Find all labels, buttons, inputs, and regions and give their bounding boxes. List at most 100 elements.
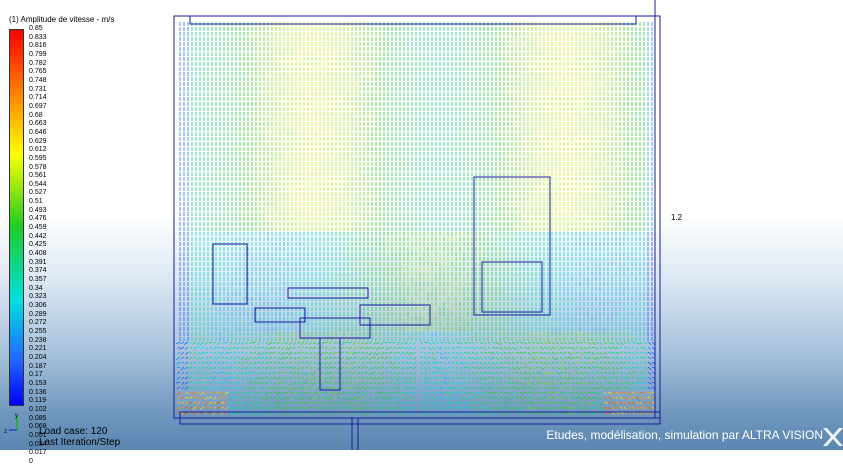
velocity-vector (285, 392, 288, 393)
velocity-vector (373, 352, 376, 355)
velocity-vector (370, 392, 372, 393)
velocity-vector (420, 342, 423, 344)
velocity-vector (214, 372, 216, 373)
velocity-vector (345, 397, 348, 400)
velocity-vector (289, 357, 292, 359)
velocity-vector (209, 357, 212, 359)
velocity-vector (396, 352, 400, 353)
velocity-vector (408, 392, 412, 394)
velocity-vector (277, 362, 280, 363)
velocity-vector (345, 407, 348, 408)
velocity-vector (320, 382, 324, 385)
velocity-vector (358, 367, 360, 368)
velocity-vector (186, 372, 188, 374)
velocity-vector (389, 407, 392, 409)
velocity-vector (244, 372, 248, 374)
velocity-vector (290, 382, 292, 385)
velocity-vector (352, 352, 356, 354)
velocity-vector (377, 357, 380, 360)
velocity-vector (402, 362, 404, 364)
velocity-vector (297, 397, 300, 400)
velocity-vector (305, 362, 308, 363)
velocity-vector (314, 407, 316, 408)
velocity-vector (297, 402, 300, 403)
velocity-vector (277, 377, 280, 380)
velocity-vector (293, 367, 296, 369)
velocity-vector (189, 372, 192, 375)
velocity-vector (336, 402, 340, 403)
velocity-vector (381, 347, 384, 349)
velocity-vector (312, 397, 316, 399)
velocity-vector (428, 392, 431, 395)
velocity-vector (334, 342, 336, 344)
velocity-vector (228, 402, 232, 404)
velocity-vector (369, 352, 372, 355)
velocity-vector (225, 362, 228, 363)
velocity-vector (277, 372, 280, 373)
velocity-vector (392, 397, 396, 399)
velocity-vector (281, 397, 284, 399)
velocity-vector (237, 357, 240, 358)
velocity-vector (373, 377, 376, 380)
velocity-vector (237, 377, 240, 378)
velocity-vector (297, 407, 300, 409)
velocity-vector (265, 352, 268, 354)
velocity-vector (213, 362, 216, 363)
velocity-vector (197, 397, 200, 398)
velocity-vector (250, 352, 252, 353)
velocity-vector (238, 352, 240, 354)
velocity-vector (349, 367, 352, 369)
velocity-vector (313, 377, 316, 380)
velocity-vector (428, 367, 431, 370)
velocity-vector (361, 382, 364, 384)
velocity-vector (217, 367, 220, 369)
velocity-vector (248, 372, 252, 373)
velocity-vector (201, 387, 204, 389)
simulation-viewport[interactable] (0, 0, 843, 450)
velocity-vector (397, 407, 400, 409)
velocity-vector (361, 407, 364, 409)
velocity-vector (236, 347, 240, 350)
velocity-vector (309, 392, 312, 393)
velocity-vector (362, 402, 364, 404)
velocity-vector (328, 362, 332, 365)
velocity-vector (414, 402, 416, 404)
velocity-vector (218, 382, 220, 383)
velocity-vector (177, 392, 180, 395)
velocity-vector (256, 392, 260, 394)
velocity-vector (357, 387, 360, 389)
velocity-vector (229, 367, 232, 368)
velocity-vector (238, 372, 240, 375)
velocity-vector (217, 377, 220, 378)
velocity-vector (232, 407, 236, 410)
velocity-vector (238, 362, 240, 364)
velocity-vector (385, 377, 388, 378)
velocity-vector (309, 387, 312, 389)
velocity-vector (278, 357, 280, 359)
velocity-vector (206, 347, 208, 350)
velocity-vector (378, 372, 380, 374)
velocity-vector (405, 407, 408, 409)
velocity-vector (201, 407, 204, 409)
velocity-vector (269, 377, 272, 380)
velocity-vector (390, 382, 392, 384)
velocity-vector (197, 392, 200, 394)
velocity-vector (406, 367, 408, 370)
velocity-vector (342, 407, 344, 408)
velocity-vector (189, 397, 192, 398)
velocity-vector (249, 392, 252, 394)
velocity-vector (217, 397, 220, 399)
velocity-vector (297, 342, 300, 344)
velocity-vector (420, 372, 423, 374)
velocity-vector (408, 377, 412, 380)
velocity-vector (398, 382, 400, 384)
velocity-vector (378, 382, 380, 384)
velocity-vector (270, 392, 272, 394)
velocity-vector (233, 392, 236, 394)
velocity-vector (280, 387, 284, 389)
velocity-vector (316, 392, 320, 394)
velocity-vector (428, 387, 432, 390)
velocity-vector (256, 357, 260, 359)
velocity-vector (261, 372, 264, 374)
velocity-vector (286, 387, 288, 389)
